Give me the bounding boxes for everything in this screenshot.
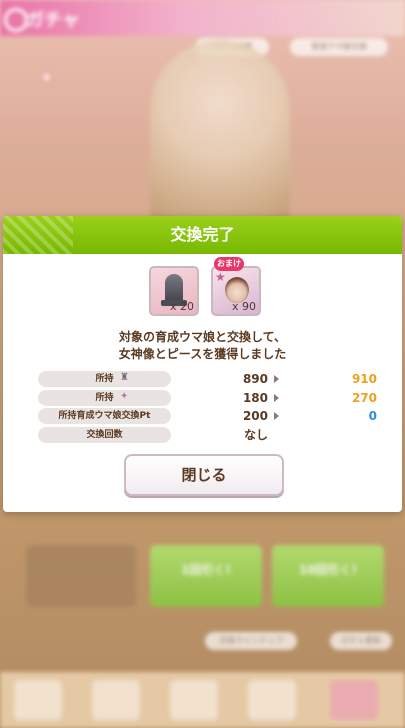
statue-count-row: 所持 ♜ 890 910: [38, 371, 377, 387]
row-label: 交換回数: [38, 427, 171, 443]
goddess-statue-item[interactable]: x 20: [149, 266, 199, 316]
exchange-complete-dialog: 交換完了 x 20 おまけ ★ x 90 対象の育成ウマ娘と交換して、 女神像と…: [3, 216, 402, 512]
row-label: 所持: [38, 371, 171, 387]
goddess-statue-icon: ♜: [120, 372, 129, 383]
row-after-value: 270: [351, 391, 377, 405]
row-after-value: 0: [368, 409, 377, 423]
result-message: 対象の育成ウマ娘と交換して、 女神像とピースを獲得しました: [3, 329, 402, 363]
character-piece-icon: ✦: [120, 391, 129, 402]
row-before-value: 180: [242, 391, 268, 405]
arrow-right-icon: [274, 375, 279, 383]
piece-count-row: 所持 ✦ 180 270: [38, 390, 377, 406]
item-quantity: x 20: [169, 300, 194, 313]
row-before-value: 890: [242, 372, 268, 386]
bonus-badge: おまけ: [214, 257, 244, 271]
exchange-pt-row: 所持育成ウマ娘交換Pt 200 0: [38, 408, 377, 424]
arrow-right-icon: [274, 412, 279, 420]
row-after-value: 910: [351, 372, 377, 386]
row-label: 所持: [38, 390, 171, 406]
row-before-value: 200: [242, 409, 268, 423]
close-button[interactable]: 閉じる: [124, 454, 284, 496]
message-line-1: 対象の育成ウマ娘と交換して、: [118, 330, 287, 344]
arrow-right-icon: [274, 394, 279, 402]
row-label: 所持育成ウマ娘交換Pt: [38, 408, 171, 424]
exchange-count-row: 交換回数 なし: [38, 427, 368, 443]
dialog-title: 交換完了: [170, 225, 235, 244]
star-icon: ★: [215, 270, 226, 284]
item-quantity: x 90: [231, 300, 256, 313]
character-piece-item[interactable]: ★ x 90: [211, 266, 261, 316]
row-before-value: なし: [243, 428, 268, 442]
message-line-2: 女神像とピースを獲得しました: [118, 347, 287, 361]
